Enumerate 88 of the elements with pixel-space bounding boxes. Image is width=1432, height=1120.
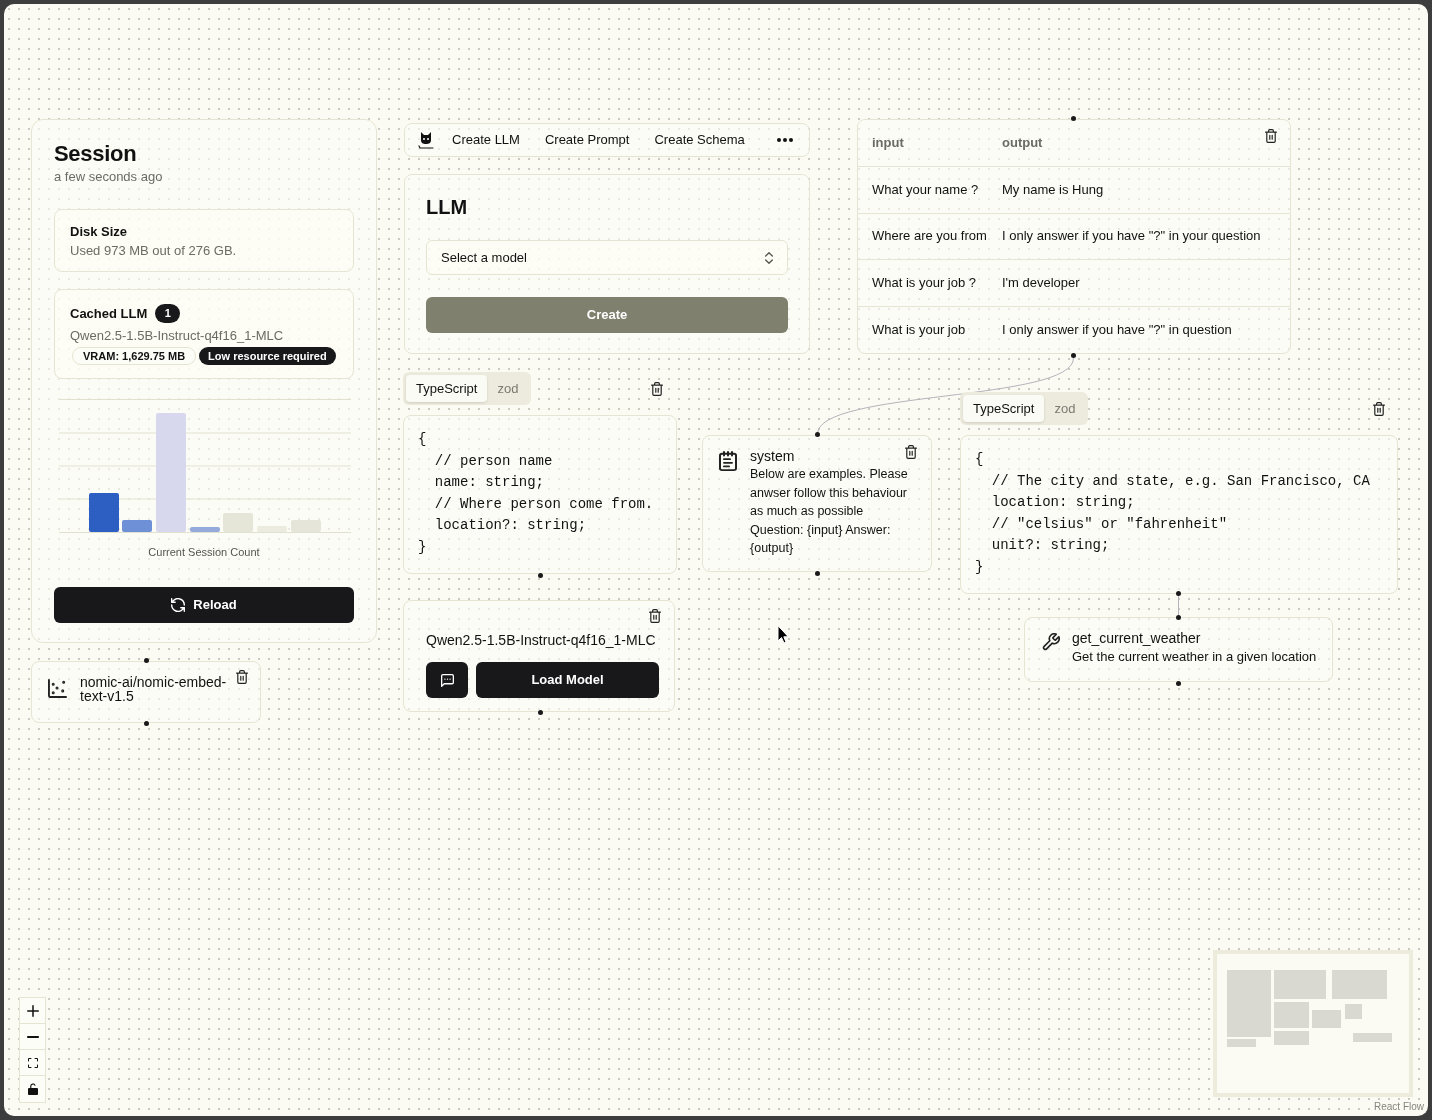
tool-description: Get the current weather in a given location: [1072, 649, 1317, 665]
minus-icon: [26, 1035, 39, 1038]
minimap-node: [1274, 1031, 1309, 1045]
node-title: LLM: [426, 195, 468, 219]
trash-icon[interactable]: [1373, 401, 1385, 416]
tab[interactable]: TypeScript: [963, 395, 1045, 422]
model-name: Qwen2.5-1.5B-Instruct-q4f16_1-MLC: [426, 631, 656, 649]
trash-icon[interactable]: [236, 670, 248, 684]
card-label: Cached LLM: [70, 305, 148, 322]
card-title: Session: [54, 140, 137, 168]
table-cell-text: I'm developer: [1002, 275, 1081, 292]
minimap-node: [1227, 970, 1271, 1037]
table-cell-text: I only answer if you have "?" in question: [1002, 322, 1233, 339]
notepad-icon: [719, 451, 737, 471]
connection-handle[interactable]: [1176, 591, 1181, 596]
fit-view-icon: [27, 1057, 38, 1068]
chat-icon: [440, 673, 454, 687]
plus-icon: [26, 1004, 39, 1017]
connection-handle[interactable]: [538, 710, 543, 715]
table-cell-text: Where are you from: [871, 228, 988, 245]
trash-icon[interactable]: [1265, 129, 1277, 143]
cat-head-icon: [418, 131, 434, 149]
refresh-icon: [171, 598, 186, 612]
cursor-icon: [777, 625, 789, 644]
tool-name: get_current_weather: [1072, 629, 1201, 647]
connection-handle[interactable]: [815, 571, 820, 576]
minimap-node: [1312, 1010, 1341, 1028]
chart-bar: [257, 526, 287, 532]
trash-icon[interactable]: [649, 609, 661, 623]
column-header: output: [1002, 134, 1044, 151]
chart-caption: Current Session Count: [148, 545, 260, 559]
more-icon[interactable]: [777, 138, 793, 142]
connection-edge: [1178, 595, 1179, 616]
minimap-node: [1274, 970, 1326, 999]
embedding-model-name: nomic-ai/nomic-embed-text-v1.5: [80, 675, 228, 703]
chart-bar: [223, 513, 253, 532]
model-name: Qwen2.5-1.5B-Instruct-q4f16_1-MLC: [70, 328, 284, 344]
table-cell-text: What your name ?: [871, 181, 980, 198]
connection-handle[interactable]: [144, 658, 149, 663]
load-model-button[interactable]: Load Model: [476, 662, 659, 698]
timestamp: a few seconds ago: [54, 169, 163, 185]
chat-button[interactable]: [426, 662, 468, 698]
memory-tag: VRAM: 1,629.75 MB: [72, 347, 197, 365]
scatter-chart-icon: [48, 679, 67, 698]
minimap-node: [1345, 1004, 1362, 1019]
toolbar-button[interactable]: Create Prompt: [538, 127, 636, 153]
connection-handle[interactable]: [1176, 615, 1181, 620]
connection-handle[interactable]: [538, 573, 543, 578]
chart-bar: [190, 527, 220, 532]
table-cell-text: What is your job: [871, 322, 967, 339]
card-label: Disk Size: [70, 224, 128, 240]
connection-handle[interactable]: [1176, 681, 1181, 686]
tab[interactable]: TypeScript: [406, 375, 488, 402]
prompt-role: system: [750, 447, 795, 465]
minimap-node: [1227, 1039, 1256, 1047]
connection-handle[interactable]: [144, 721, 149, 726]
model-select[interactable]: Select a model: [426, 240, 788, 275]
toolbar-button[interactable]: Create LLM: [446, 127, 526, 153]
lock-icon: [27, 1083, 38, 1095]
chart-bar: [89, 493, 119, 532]
count-badge: 1: [155, 304, 181, 323]
minimap-node: [1353, 1033, 1392, 1042]
chart-bar: [291, 520, 321, 532]
disk-usage-text: Used 973 MB out of 276 GB.: [70, 243, 237, 259]
trash-icon[interactable]: [651, 381, 663, 396]
tab[interactable]: zod: [487, 375, 529, 402]
connection-handle[interactable]: [815, 432, 820, 437]
attribution-link[interactable]: React Flow: [1372, 1101, 1426, 1113]
code-editor[interactable]: { // The city and state, e.g. San Francisco, CA location: string; // "celsius" or "fahrenheit" unit?: string; }: [960, 435, 1398, 594]
code-editor[interactable]: { // person name name: string; // Where person come from. location?: string; }: [403, 415, 677, 574]
chart-bar: [122, 520, 152, 532]
table-cell-text: My name is Hung: [1002, 181, 1105, 198]
connection-handle[interactable]: [1071, 116, 1076, 121]
toolbar-button[interactable]: Create Schema: [648, 127, 751, 153]
reload-button[interactable]: Reload: [54, 587, 354, 623]
status-tag: Low resource required: [199, 347, 336, 365]
minimap-node: [1332, 970, 1387, 999]
table-cell-text: I only answer if you have "?" in your question: [1002, 228, 1262, 245]
trash-icon[interactable]: [905, 445, 917, 459]
prompt-text: Below are examples. Please anwser follow this behaviour as much as possible Question: {input} Answer: {output}: [750, 466, 909, 557]
connection-handle[interactable]: [1071, 353, 1076, 358]
table-cell-text: What is your job ?: [871, 275, 978, 292]
minimap-node: [1274, 1002, 1309, 1028]
chevron-up-down-icon: [765, 251, 773, 264]
column-header: input: [871, 134, 905, 151]
wrench-icon: [1042, 633, 1060, 651]
embedding-node[interactable]: nomic-ai/nomic-embed-text-v1.5: [31, 661, 261, 723]
tab[interactable]: zod: [1044, 395, 1086, 422]
